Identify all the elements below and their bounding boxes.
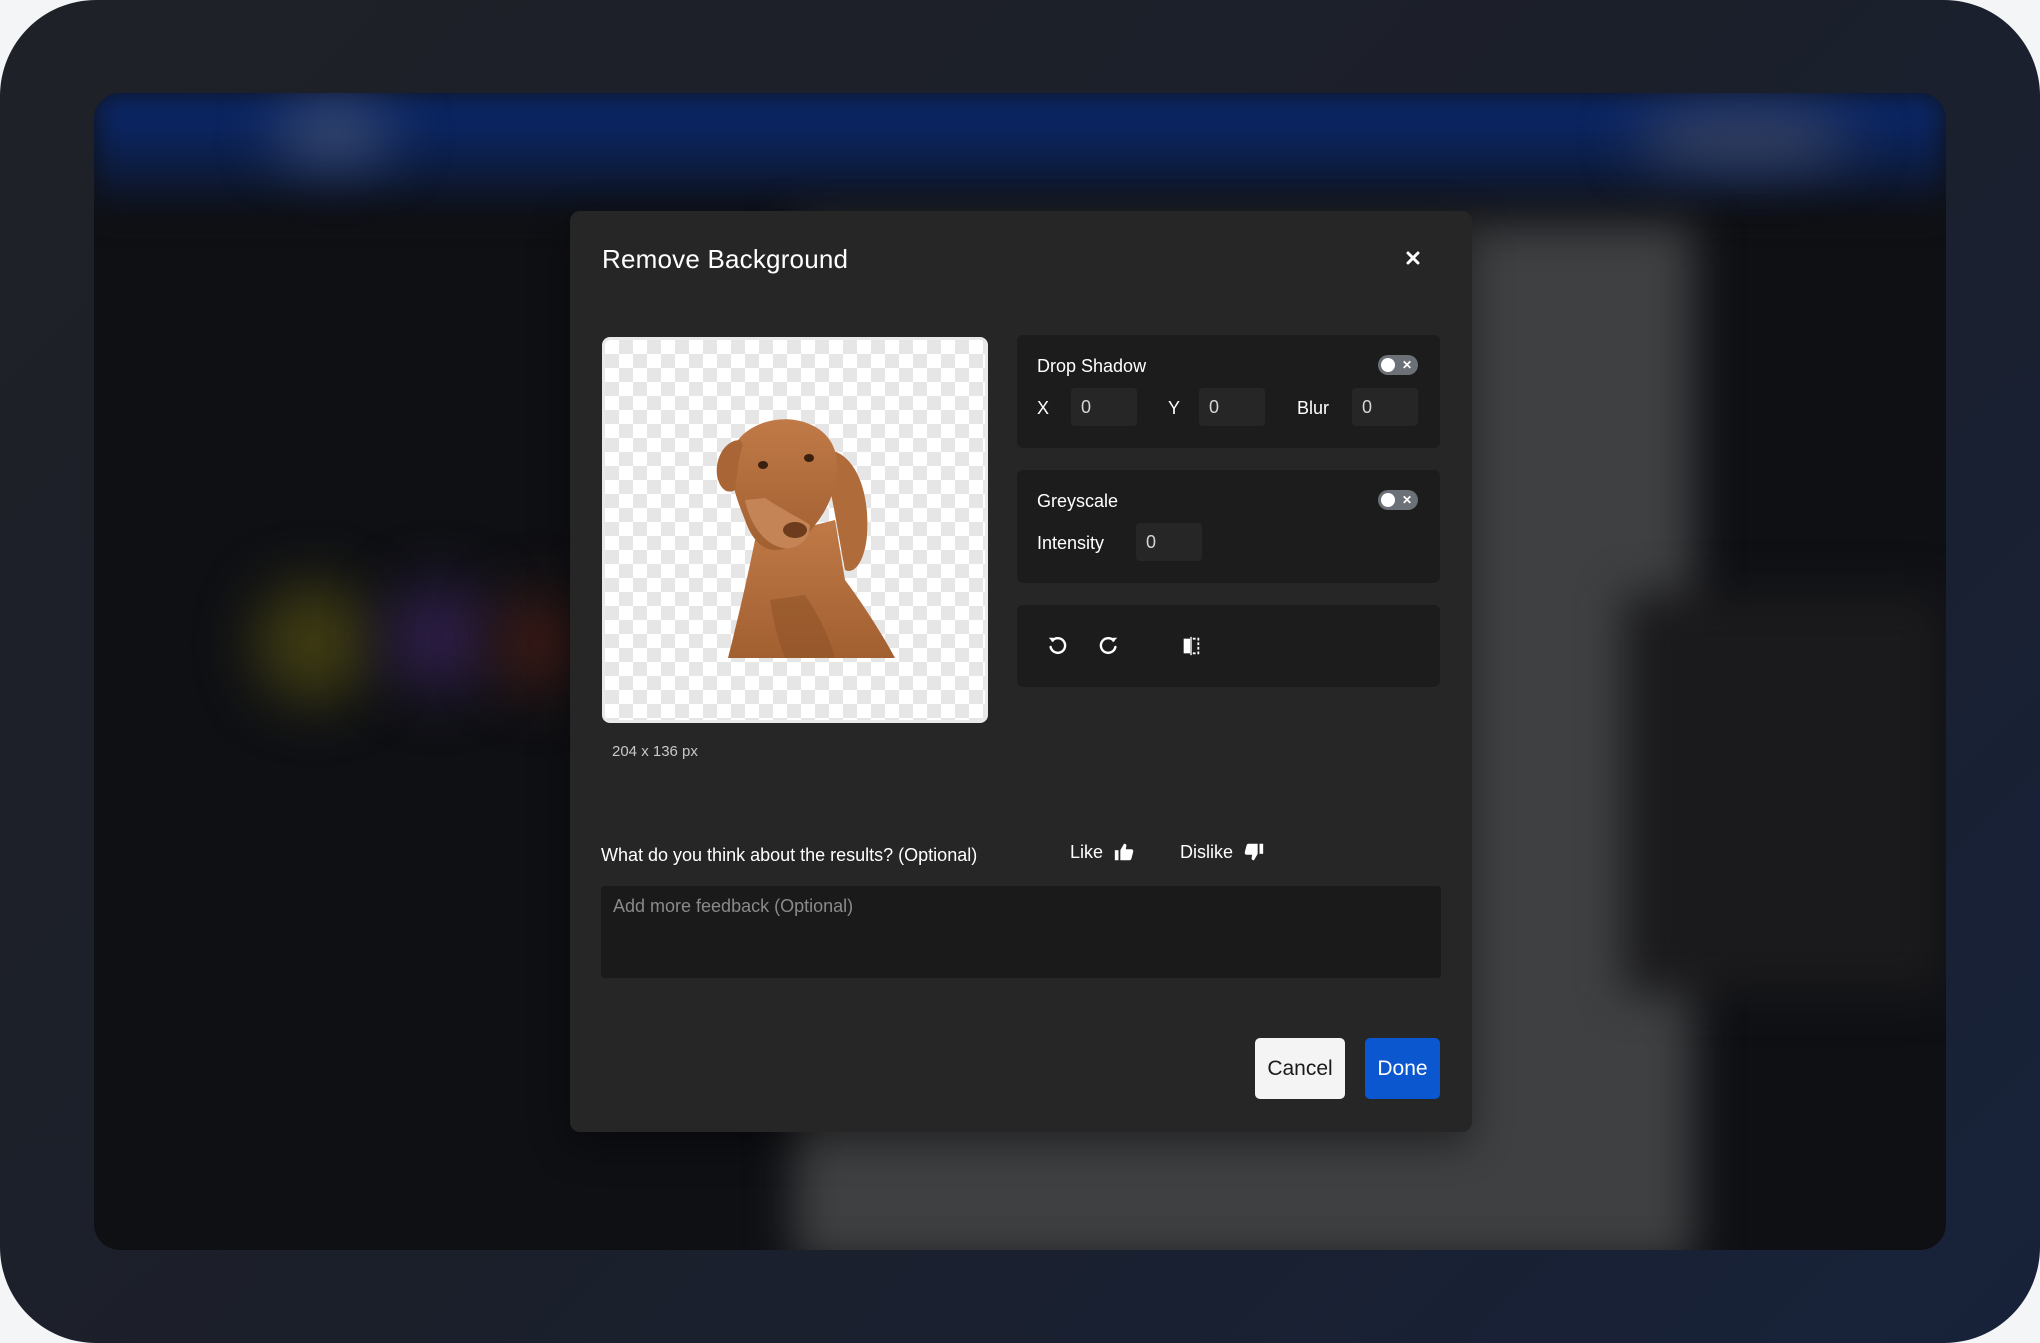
dog-image bbox=[716, 419, 895, 658]
shadow-x-label: X bbox=[1037, 398, 1050, 418]
image-preview bbox=[602, 337, 988, 723]
transform-tools-panel bbox=[1017, 605, 1440, 687]
thumbs-up-icon bbox=[1114, 843, 1134, 861]
blurred-right-panel bbox=[1624, 593, 1944, 993]
blurred-swatch-yellow bbox=[254, 583, 374, 703]
dislike-button[interactable]: Dislike bbox=[1180, 841, 1265, 863]
greyscale-label: Greyscale bbox=[1037, 491, 1119, 511]
drop-shadow-panel: Drop Shadow ✕ X Y Blur bbox=[1017, 335, 1440, 448]
dialog-title: Remove Background bbox=[602, 244, 849, 274]
feedback-textarea[interactable] bbox=[601, 886, 1441, 978]
cancel-button[interactable]: Cancel bbox=[1255, 1038, 1345, 1099]
drop-shadow-toggle[interactable]: ✕ bbox=[1378, 355, 1418, 375]
intensity-input[interactable] bbox=[1136, 523, 1202, 561]
close-icon bbox=[1406, 251, 1420, 265]
shadow-y-input[interactable] bbox=[1199, 388, 1265, 426]
rotate-left-button[interactable] bbox=[1040, 629, 1074, 663]
blurred-header-right bbox=[1634, 113, 1854, 163]
shadow-y-label: Y bbox=[1168, 398, 1181, 418]
rotate-left-icon bbox=[1048, 636, 1067, 654]
flip-horizontal-icon bbox=[1183, 636, 1200, 656]
close-button[interactable] bbox=[1398, 243, 1428, 273]
toggle-knob bbox=[1381, 358, 1395, 372]
rotate-right-button[interactable] bbox=[1092, 629, 1126, 663]
drop-shadow-label: Drop Shadow bbox=[1037, 356, 1147, 376]
toggle-off-icon: ✕ bbox=[1401, 358, 1412, 372]
thumbs-down-icon bbox=[1244, 843, 1264, 861]
like-label: Like bbox=[1070, 841, 1104, 862]
shadow-blur-label: Blur bbox=[1297, 398, 1330, 418]
feedback-question: What do you think about the results? (Op… bbox=[601, 845, 978, 865]
like-button[interactable]: Like bbox=[1070, 841, 1135, 863]
blurred-header-highlight bbox=[274, 103, 394, 163]
done-button[interactable]: Done bbox=[1365, 1038, 1440, 1099]
remove-background-dialog: Remove Background 204 x 136 px Drop Shad… bbox=[570, 211, 1472, 1132]
toggle-knob bbox=[1381, 493, 1395, 507]
intensity-label: Intensity bbox=[1037, 533, 1105, 553]
greyscale-panel: Greyscale ✕ Intensity bbox=[1017, 470, 1440, 583]
shadow-blur-input[interactable] bbox=[1352, 388, 1418, 426]
rotate-right-icon bbox=[1099, 636, 1118, 654]
image-dimensions: 204 x 136 px bbox=[612, 743, 698, 760]
shadow-x-input[interactable] bbox=[1071, 388, 1137, 426]
device-frame: Remove Background 204 x 136 px Drop Shad… bbox=[0, 0, 2040, 1343]
flip-horizontal-button[interactable] bbox=[1174, 629, 1208, 663]
dislike-label: Dislike bbox=[1180, 841, 1234, 862]
greyscale-toggle[interactable]: ✕ bbox=[1378, 490, 1418, 510]
blurred-swatch-purple bbox=[384, 583, 494, 693]
toggle-off-icon: ✕ bbox=[1401, 493, 1412, 507]
